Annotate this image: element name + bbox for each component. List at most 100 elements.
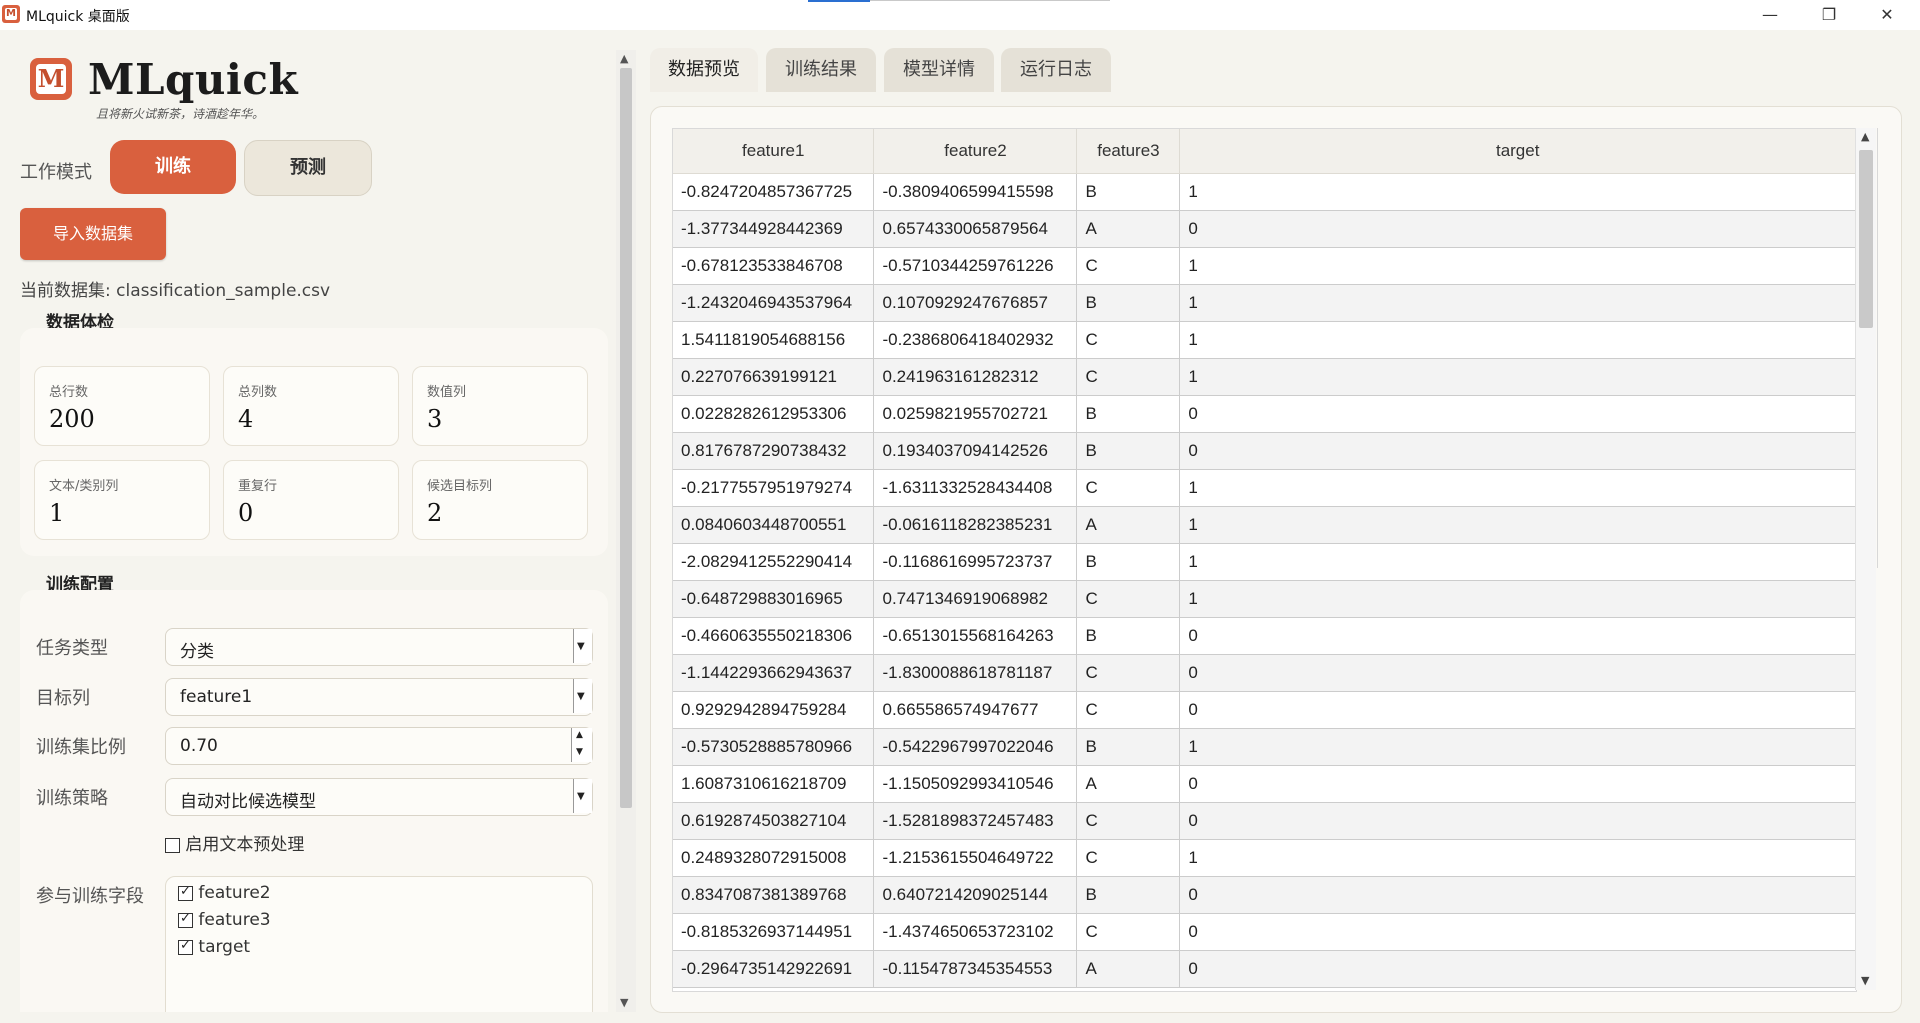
- table-cell[interactable]: 0.227076639199121: [673, 358, 875, 396]
- table-cell[interactable]: 0.6192874503827104: [673, 802, 875, 840]
- table-cell[interactable]: 0.8176787290738432: [673, 432, 875, 470]
- table-cell[interactable]: C: [1076, 358, 1181, 396]
- table-cell[interactable]: 0.241963161282312: [873, 358, 1078, 396]
- table-cell[interactable]: -1.1505092993410546: [873, 765, 1078, 803]
- table-row[interactable]: 0.8347087381389768 0.6407214209025144 B 0: [673, 876, 1856, 914]
- table-cell[interactable]: 1: [1179, 506, 1856, 544]
- table-cell[interactable]: 0.8347087381389768: [673, 876, 875, 914]
- tab-training-results[interactable]: 训练结果: [766, 48, 876, 92]
- table-cell[interactable]: C: [1076, 321, 1181, 359]
- field-feature2[interactable]: feature2: [178, 883, 271, 903]
- checkbox-checked-icon[interactable]: [178, 938, 193, 955]
- table-cell[interactable]: C: [1076, 691, 1181, 729]
- table-cell[interactable]: -0.3809406599415598: [873, 173, 1078, 211]
- table-row[interactable]: -1.2432046943537964 0.1070929247676857 B 1: [673, 284, 1856, 322]
- text-preprocess-checkbox[interactable]: 启用文本预处理: [165, 830, 304, 855]
- table-cell[interactable]: B: [1076, 173, 1181, 211]
- table-cell[interactable]: 0.1070929247676857: [873, 284, 1078, 322]
- table-cell[interactable]: C: [1076, 913, 1181, 951]
- table-cell[interactable]: 1: [1179, 321, 1856, 359]
- table-cell[interactable]: 0: [1179, 765, 1856, 803]
- table-cell[interactable]: B: [1076, 543, 1181, 581]
- table-cell[interactable]: 1: [1179, 173, 1856, 211]
- table-cell[interactable]: -0.5422967997022046: [873, 728, 1078, 766]
- table-cell[interactable]: 0: [1179, 691, 1856, 729]
- tab-run-log[interactable]: 运行日志: [1001, 48, 1111, 92]
- table-cell[interactable]: C: [1076, 469, 1181, 507]
- table-cell[interactable]: -1.8300088618781187: [873, 654, 1078, 692]
- task-type-select[interactable]: 分类 ▼: [165, 628, 593, 666]
- table-cell[interactable]: -1.6311332528434408: [873, 469, 1078, 507]
- restore-button[interactable]: ❐: [1800, 0, 1858, 30]
- table-cell[interactable]: A: [1076, 950, 1181, 988]
- column-header[interactable]: feature2: [873, 129, 1078, 174]
- dropdown-arrow-icon[interactable]: ▼: [573, 629, 592, 663]
- table-cell[interactable]: 1.6087310616218709: [673, 765, 875, 803]
- table-cell[interactable]: 0.7471346919068982: [873, 580, 1078, 618]
- spin-up-icon[interactable]: ▲: [576, 730, 583, 740]
- table-cell[interactable]: 0.2489328072915008: [673, 839, 875, 877]
- table-row[interactable]: -0.2964735142922691 -0.1154787345354553 A 0: [673, 950, 1856, 988]
- table-cell[interactable]: 1: [1179, 284, 1856, 322]
- table-cell[interactable]: -0.5710344259761226: [873, 247, 1078, 285]
- table-row[interactable]: -2.0829412552290414 -0.1168616995723737 B 1: [673, 543, 1856, 581]
- table-row[interactable]: 0.9292942894759284 0.665586574947677 C 0: [673, 691, 1856, 729]
- field-target[interactable]: target: [178, 937, 250, 957]
- train-mode-button[interactable]: 训练: [110, 140, 236, 194]
- table-cell[interactable]: 0.1934037094142526: [873, 432, 1078, 470]
- table-row[interactable]: 0.0228282612953306 0.0259821955702721 B 0: [673, 395, 1856, 433]
- table-row[interactable]: 0.2489328072915008 -1.2153615504649722 C 1: [673, 839, 1856, 877]
- target-column-select[interactable]: feature1 ▼: [165, 678, 593, 716]
- table-row[interactable]: -0.678123533846708 -0.5710344259761226 C 1: [673, 247, 1856, 285]
- table-cell[interactable]: 1: [1179, 469, 1856, 507]
- table-scrollbar[interactable]: ▲ ▼: [1855, 128, 1876, 990]
- checkbox-checked-icon[interactable]: [178, 884, 193, 901]
- table-cell[interactable]: 0.6574330065879564: [873, 210, 1078, 248]
- table-cell[interactable]: -1.4374650653723102: [873, 913, 1078, 951]
- spin-buttons[interactable]: ▲ ▼: [571, 728, 592, 762]
- table-cell[interactable]: A: [1076, 765, 1181, 803]
- table-row[interactable]: -0.8185326937144951 -1.4374650653723102 C 0: [673, 913, 1856, 951]
- table-cell[interactable]: C: [1076, 802, 1181, 840]
- dropdown-arrow-icon[interactable]: ▼: [573, 679, 592, 713]
- table-cell[interactable]: B: [1076, 395, 1181, 433]
- table-cell[interactable]: -0.2386806418402932: [873, 321, 1078, 359]
- table-cell[interactable]: 0.0228282612953306: [673, 395, 875, 433]
- table-row[interactable]: -0.5730528885780966 -0.5422967997022046 B 1: [673, 728, 1856, 766]
- scroll-up-icon[interactable]: ▲: [620, 52, 628, 65]
- checkbox-icon[interactable]: [165, 837, 180, 853]
- tab-model-details[interactable]: 模型详情: [884, 48, 994, 92]
- table-cell[interactable]: -1.377344928442369: [673, 210, 875, 248]
- table-cell[interactable]: -0.1154787345354553: [873, 950, 1078, 988]
- close-button[interactable]: ✕: [1858, 0, 1916, 30]
- table-cell[interactable]: -0.1168616995723737: [873, 543, 1078, 581]
- column-header[interactable]: target: [1179, 129, 1856, 174]
- table-cell[interactable]: B: [1076, 432, 1181, 470]
- dropdown-arrow-icon[interactable]: ▼: [573, 779, 592, 813]
- table-row[interactable]: -0.8247204857367725 -0.3809406599415598 B 1: [673, 173, 1856, 211]
- table-cell[interactable]: 0: [1179, 950, 1856, 988]
- left-scroll-thumb[interactable]: [620, 68, 632, 808]
- table-cell[interactable]: -0.648729883016965: [673, 580, 875, 618]
- table-cell[interactable]: 1.5411819054688156: [673, 321, 875, 359]
- table-row[interactable]: 0.227076639199121 0.241963161282312 C 1: [673, 358, 1856, 396]
- scroll-down-icon[interactable]: ▼: [620, 996, 628, 1009]
- table-cell[interactable]: -0.2964735142922691: [673, 950, 875, 988]
- column-header[interactable]: feature1: [673, 129, 875, 174]
- data-preview-table[interactable]: feature1 feature2 feature3 target -0.824…: [672, 128, 1857, 992]
- table-cell[interactable]: 0: [1179, 617, 1856, 655]
- table-row[interactable]: -1.377344928442369 0.6574330065879564 A 0: [673, 210, 1856, 248]
- column-header[interactable]: feature3: [1076, 129, 1181, 174]
- table-cell[interactable]: -1.2432046943537964: [673, 284, 875, 322]
- table-cell[interactable]: 0.9292942894759284: [673, 691, 875, 729]
- table-cell[interactable]: -0.2177557951979274: [673, 469, 875, 507]
- table-cell[interactable]: B: [1076, 728, 1181, 766]
- table-cell[interactable]: -0.8185326937144951: [673, 913, 875, 951]
- table-cell[interactable]: A: [1076, 506, 1181, 544]
- table-cell[interactable]: 1: [1179, 247, 1856, 285]
- table-cell[interactable]: 0.665586574947677: [873, 691, 1078, 729]
- table-cell[interactable]: -1.5281898372457483: [873, 802, 1078, 840]
- table-row[interactable]: 0.8176787290738432 0.1934037094142526 B 0: [673, 432, 1856, 470]
- table-row[interactable]: -0.648729883016965 0.7471346919068982 C 1: [673, 580, 1856, 618]
- table-cell[interactable]: -0.678123533846708: [673, 247, 875, 285]
